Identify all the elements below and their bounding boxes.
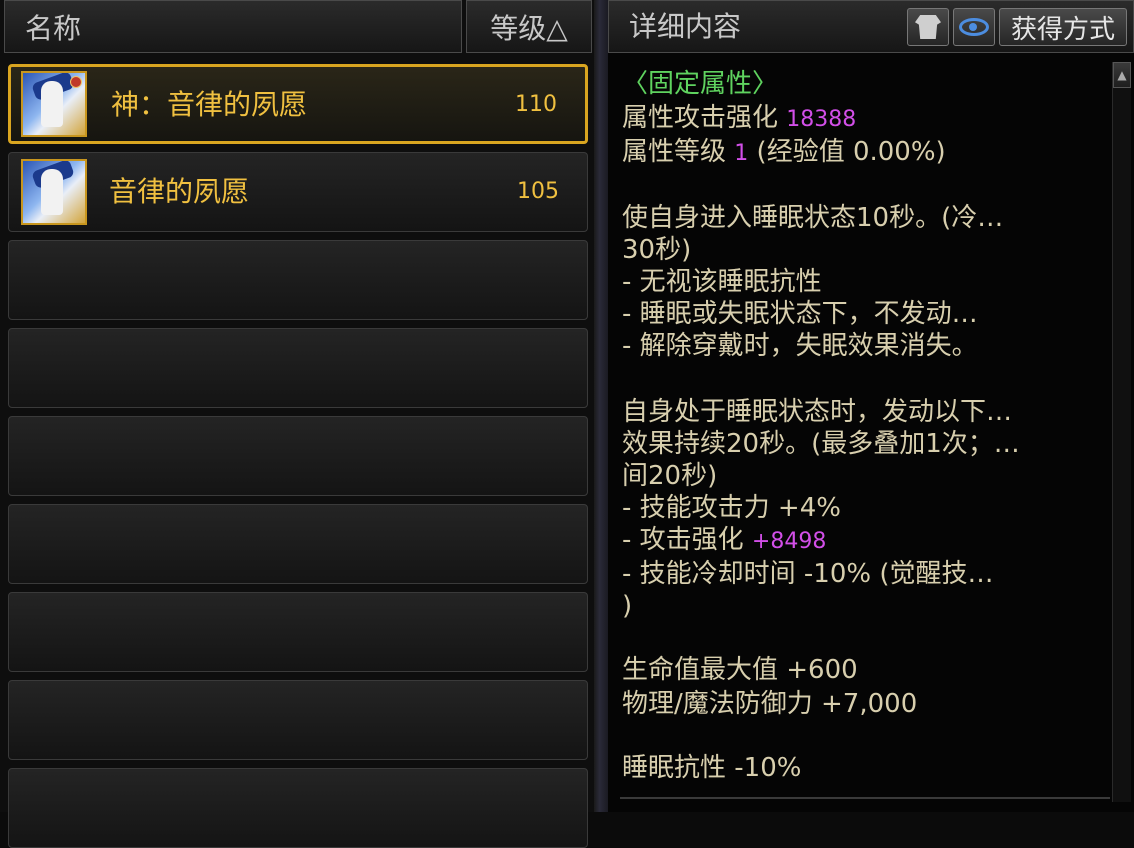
- scroll-up-icon[interactable]: ▲: [1113, 62, 1131, 88]
- detail-panel: 详细内容 获得方式 〈固定属性〉 属性攻击强化 18388 属性等级 1 (经验…: [608, 0, 1134, 812]
- armor-view-button[interactable]: [907, 8, 949, 46]
- attr-attack-label: 属性攻击强化: [622, 103, 779, 133]
- empty-slot: [8, 680, 588, 760]
- defense-line: 物理/魔法防御力 +7,000: [622, 689, 918, 719]
- item-name: 神：音律的夙愿: [111, 88, 308, 121]
- panel-divider: [594, 0, 608, 812]
- attr-level-line: 属性等级 1 (经验值 0.00%): [622, 136, 946, 168]
- attr-attack-line: 属性攻击强化 18388: [622, 102, 856, 134]
- empty-slot: [8, 592, 588, 672]
- empty-slot: [8, 328, 588, 408]
- list-item[interactable]: 音律的夙愿 105: [8, 152, 588, 232]
- section-title: 〈固定属性〉: [622, 69, 779, 99]
- detail-scrollbar[interactable]: ▲: [1112, 62, 1131, 802]
- effect-line: 使自身进入睡眠状态10秒。(冷…: [622, 203, 1004, 233]
- eye-icon: [959, 18, 989, 36]
- attr-level-value: 1: [734, 141, 749, 166]
- column-header-level-sort[interactable]: 等级△: [466, 0, 592, 53]
- preview-button[interactable]: [953, 8, 995, 46]
- attack-boost-label: - 攻击强化: [622, 525, 744, 555]
- detail-title: 详细内容: [629, 10, 742, 43]
- item-level: 105: [517, 179, 559, 204]
- item-name: 音律的夙愿: [109, 175, 250, 208]
- obtain-method-button[interactable]: 获得方式: [999, 8, 1127, 46]
- effect-line: ): [622, 591, 633, 621]
- item-list-panel: 名称 等级△ 神：音律的夙愿 110 音律的夙愿 105: [0, 0, 594, 848]
- hp-line: 生命值最大值 +600: [622, 655, 858, 685]
- list-item[interactable]: 神：音律的夙愿 110: [8, 64, 588, 144]
- effect-line: 自身处于睡眠状态时，发动以下…: [622, 397, 1013, 427]
- effect-line: - 技能冷却时间 -10% (觉醒技…: [622, 559, 994, 589]
- attack-boost-value: +8498: [751, 529, 827, 554]
- bottom-divider: [620, 797, 1110, 799]
- item-icon: [21, 159, 87, 225]
- empty-slot: [8, 504, 588, 584]
- effect-line: - 技能攻击力 +4%: [622, 493, 841, 523]
- item-level: 110: [515, 92, 557, 117]
- effect-line: - 解除穿戴时，失眠效果消失。: [622, 331, 978, 361]
- column-header-name[interactable]: 名称: [4, 0, 462, 53]
- attr-exp-text: (经验值 0.00%): [756, 137, 946, 167]
- attr-level-label: 属性等级: [622, 137, 727, 167]
- effect-line: 效果持续20秒。(最多叠加1次；…: [622, 429, 1020, 459]
- empty-slot: [8, 416, 588, 496]
- empty-slot: [8, 240, 588, 320]
- detail-header: 详细内容 获得方式: [608, 0, 1134, 53]
- attack-boost-line: - 攻击强化 +8498: [622, 524, 826, 556]
- attr-attack-value: 18388: [786, 107, 857, 132]
- effect-line: 间20秒): [622, 461, 718, 491]
- effect-line: - 无视该睡眠抗性: [622, 267, 822, 297]
- sleep-resist-line: 睡眠抗性 -10%: [622, 753, 802, 783]
- item-icon: [21, 71, 87, 137]
- armor-icon: [915, 15, 941, 39]
- effect-line: 30秒): [622, 235, 692, 265]
- empty-slot: [8, 768, 588, 848]
- effect-line: - 睡眠或失眠状态下，不发动…: [622, 299, 978, 329]
